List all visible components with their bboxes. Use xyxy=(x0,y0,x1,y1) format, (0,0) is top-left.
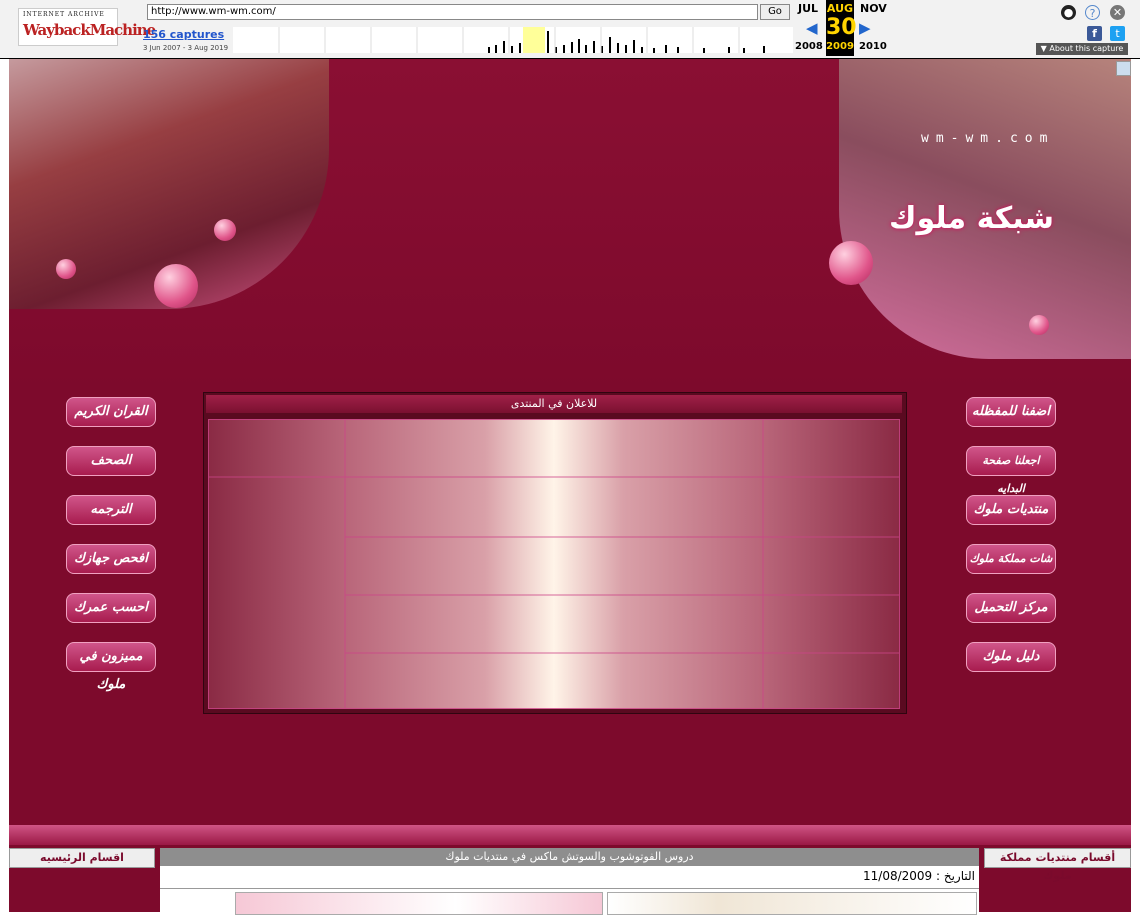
current-day: 30 xyxy=(826,15,857,40)
go-button[interactable]: Go xyxy=(760,4,790,20)
current-month: AUG xyxy=(826,2,854,15)
nav-forums-button[interactable]: منتديات ملوك xyxy=(966,495,1056,525)
sparkline-current-year xyxy=(523,27,545,53)
nav-age-calc-button[interactable]: احسب عمرك xyxy=(66,593,156,623)
url-input[interactable]: http://www.wm-wm.com/ xyxy=(147,4,758,20)
center-column-title[interactable]: دروس الفوتوشوب والسوتش ماكس في منتديات م… xyxy=(160,848,979,866)
nav-scan-device-button[interactable]: افحص جهازك xyxy=(66,544,156,574)
decor-bubble xyxy=(829,241,873,285)
next-month[interactable]: NOV xyxy=(860,2,887,15)
next-capture-arrow-icon[interactable]: ▶ xyxy=(859,19,871,37)
sparkline-graph xyxy=(278,27,765,53)
prev-capture-arrow-icon[interactable]: ◀ xyxy=(806,19,818,37)
site-header: wm-wm.com شبكة ملوك xyxy=(9,59,1131,389)
capture-sparkline[interactable] xyxy=(233,27,793,53)
archived-page: wm-wm.com شبكة ملوك القران الكريم الصحف … xyxy=(9,59,1131,915)
nav-featured-button[interactable]: مميزون في ملوك xyxy=(66,642,156,692)
next-year[interactable]: 2010 xyxy=(859,41,887,52)
broken-image-icon xyxy=(1116,61,1131,76)
about-capture-button[interactable]: ▼ About this capture xyxy=(1036,43,1128,55)
nav-set-homepage-button[interactable]: اجعلنا صفحة البدايه xyxy=(966,446,1056,495)
decor-bubble xyxy=(56,259,76,279)
capture-range: 3 Jun 2007 - 3 Aug 2019 xyxy=(143,44,229,52)
logo-internet-archive: INTERNET ARCHIVE xyxy=(23,11,105,18)
twitter-icon[interactable]: t xyxy=(1110,26,1125,41)
post-date: التاريخ : 11/08/2009 xyxy=(863,869,975,883)
close-icon[interactable]: ✕ xyxy=(1110,5,1125,20)
wayback-logo[interactable]: INTERNET ARCHIVE WaybackMachine xyxy=(18,8,156,46)
right-column-title: أقسام منتديات مملكة ملوك xyxy=(984,848,1131,882)
left-column-title: اقسام الرئيسيه xyxy=(9,848,155,868)
center-column: دروس الفوتوشوب والسوتش ماكس في منتديات م… xyxy=(160,848,979,915)
nav-upload-center-button[interactable]: مركز التحميل xyxy=(966,593,1056,623)
current-capture-date: AUG 30 2009 xyxy=(826,0,857,56)
advertise-box: للاعلان في المنتدى xyxy=(203,392,907,714)
user-icon[interactable]: ● xyxy=(1061,5,1076,20)
decor-bubble xyxy=(1029,315,1049,335)
nav-chat-button[interactable]: شات مملكة ملوك xyxy=(966,544,1056,574)
right-column: أقسام منتديات مملكة ملوك xyxy=(984,848,1131,912)
logo-wayback-machine: WaybackMachine xyxy=(23,21,156,39)
facebook-icon[interactable]: f xyxy=(1087,26,1102,41)
captures-link[interactable]: 156 captures xyxy=(143,28,224,41)
nav-add-favorites-button[interactable]: اضفنا للمفظله xyxy=(966,397,1056,427)
decor-bubble xyxy=(154,264,198,308)
header-site-url: wm-wm.com xyxy=(921,131,1055,146)
nav-newspapers-button[interactable]: الصحف xyxy=(66,446,156,476)
about-capture-label: About this capture xyxy=(1049,44,1124,53)
advertise-title[interactable]: للاعلان في المنتدى xyxy=(206,395,902,413)
header-site-name: شبكة ملوك xyxy=(889,201,1054,236)
nav-quran-button[interactable]: القران الكريم xyxy=(66,397,156,427)
nav-translation-button[interactable]: الترجمه xyxy=(66,495,156,525)
decor-bubble xyxy=(214,219,236,241)
nav-directory-button[interactable]: دليل ملوك xyxy=(966,642,1056,672)
advertise-grid-lines xyxy=(208,419,900,709)
left-column: اقسام الرئيسيه xyxy=(9,848,155,912)
help-icon[interactable]: ? xyxy=(1085,5,1100,20)
content-row xyxy=(160,888,979,915)
wayback-toolbar: INTERNET ARCHIVE WaybackMachine http://w… xyxy=(0,0,1140,59)
section-divider-bar xyxy=(9,825,1131,845)
prev-month[interactable]: JUL xyxy=(798,2,818,15)
current-year: 2009 xyxy=(826,41,854,52)
prev-year[interactable]: 2008 xyxy=(795,41,823,52)
